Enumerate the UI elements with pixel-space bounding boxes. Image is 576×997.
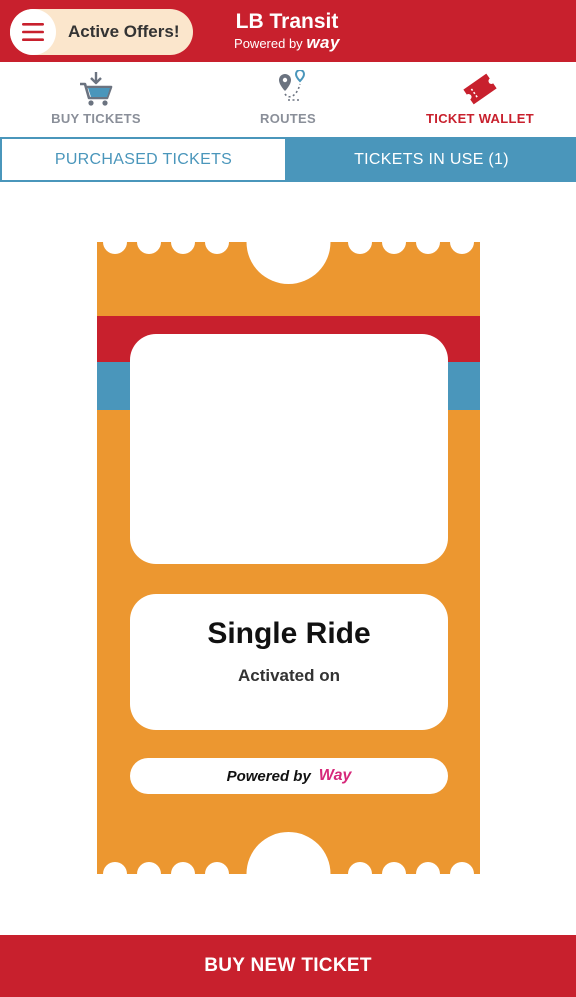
brand-block: LB Transit Powered by way	[222, 10, 352, 53]
activated-on-label: Activated on	[237, 666, 341, 685]
tab-purchased-tickets[interactable]: PURCHASED TICKETS	[0, 137, 287, 182]
app-title: LB Transit	[235, 10, 339, 33]
buy-new-ticket-button[interactable]: BUY NEW TICKET	[0, 935, 576, 997]
powered-by-text: Powered by	[226, 767, 311, 785]
route-map-pin-icon	[279, 70, 306, 101]
nav-routes[interactable]: ROUTES	[192, 62, 384, 136]
active-ticket-card[interactable]: Single Ride Activated on Powered by Way	[97, 242, 480, 874]
hamburger-menu-icon	[22, 23, 44, 41]
tab-tickets-in-use[interactable]: TICKETS IN USE (1)	[287, 137, 576, 182]
way-logo-text: way	[306, 33, 340, 52]
powered-by-badge: Powered by Way	[130, 758, 448, 794]
ticket-name: Single Ride	[207, 617, 371, 650]
nav-buy-tickets[interactable]: BUY TICKETS	[0, 62, 192, 136]
nav-routes-label: ROUTES	[260, 111, 316, 126]
active-offers-button[interactable]: Active Offers!	[10, 9, 193, 55]
active-offers-label: Active Offers!	[68, 22, 180, 41]
powered-by-label: Powered by	[234, 36, 303, 51]
ticket-info-panel: Single Ride Activated on	[130, 594, 448, 730]
main-nav: BUY TICKETS ROUTES TICKET WALLET	[0, 62, 576, 136]
powered-by-line: Powered by way	[222, 34, 352, 53]
ticket-tabs: PURCHASED TICKETS TICKETS IN USE (1)	[0, 137, 576, 182]
ticket-icon	[463, 73, 497, 105]
way-brand-text: Way	[318, 767, 352, 784]
nav-ticket-wallet[interactable]: TICKET WALLET	[384, 62, 576, 136]
nav-buy-tickets-label: BUY TICKETS	[51, 111, 141, 126]
ticket-animation-area	[130, 334, 448, 564]
nav-ticket-wallet-label: TICKET WALLET	[426, 111, 534, 126]
app-header: Active Offers! LB Transit Powered by way	[0, 0, 576, 62]
cart-download-icon	[80, 72, 113, 106]
menu-button[interactable]	[10, 9, 56, 55]
